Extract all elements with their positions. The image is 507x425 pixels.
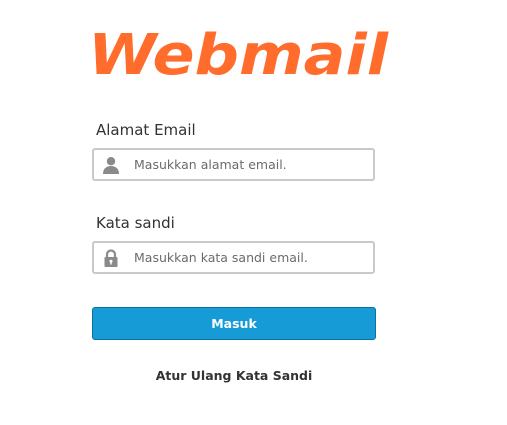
password-label: Kata sandi: [96, 214, 175, 232]
reset-password-link[interactable]: Atur Ulang Kata Sandi: [92, 368, 376, 383]
email-field-wrapper[interactable]: [92, 148, 375, 181]
user-icon: [96, 150, 126, 179]
password-input[interactable]: [134, 250, 364, 265]
password-field-wrapper[interactable]: [92, 241, 375, 274]
lock-icon: [96, 243, 126, 272]
email-label: Alamat Email: [96, 121, 196, 139]
webmail-logo: Webmail: [86, 22, 390, 86]
login-page: Webmail Alamat Email Kata sandi Masuk At…: [0, 0, 507, 425]
email-input[interactable]: [134, 157, 364, 172]
logo-text: Webmail: [88, 23, 389, 86]
login-button[interactable]: Masuk: [92, 307, 376, 340]
